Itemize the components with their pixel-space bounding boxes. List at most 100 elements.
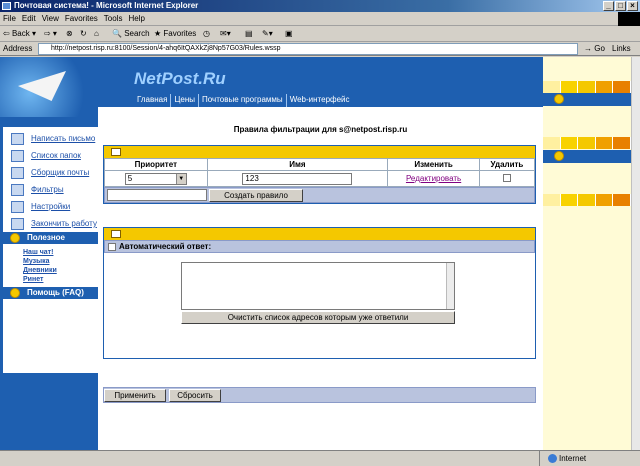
go-button[interactable]: → Go — [584, 43, 605, 55]
sidebar-item-label[interactable]: Написать письмо — [31, 134, 95, 143]
menu-view[interactable]: View — [39, 12, 62, 26]
site-nav: Главная Цены Почтовые программы Web-инте… — [134, 94, 353, 107]
form-actions-bar: Применить Сбросить — [103, 387, 536, 403]
address-label: Address — [3, 44, 33, 53]
print-icon[interactable]: ▤ — [245, 28, 253, 40]
go-label: Go — [594, 44, 605, 53]
back-label: Back — [11, 29, 30, 38]
refresh-icon[interactable]: ↻ — [80, 28, 87, 40]
history-icon[interactable]: ◷ — [203, 28, 210, 40]
collector-icon — [11, 167, 24, 179]
decor-blue-bar — [543, 150, 631, 163]
window-title: Почтовая система! - Microsoft Internet E… — [14, 1, 199, 10]
help-header[interactable]: Помощь (FAQ) — [3, 287, 98, 299]
menu-bar: File Edit View Favorites Tools Help — [0, 12, 640, 26]
useful-link-music[interactable]: Музыка — [3, 257, 57, 266]
home-icon[interactable]: ⌂ — [94, 28, 99, 40]
decor-row — [543, 81, 631, 93]
favorites-label: Favorites — [163, 29, 197, 38]
priority-value: 5 — [127, 173, 133, 183]
auto-reply-checkbox[interactable] — [108, 243, 116, 251]
decor-row — [543, 194, 631, 206]
useful-link-diaries[interactable]: Дневники — [3, 266, 57, 275]
nav-web-interface[interactable]: Web-интерфейс — [285, 94, 353, 107]
favorites-button[interactable]: ★ Favorites — [154, 28, 196, 40]
column-header: Удалить — [478, 158, 536, 171]
menu-favorites[interactable]: Favorites — [62, 12, 101, 26]
close-button[interactable]: × — [627, 1, 638, 11]
edit-icon[interactable]: ✎▾ — [262, 28, 273, 40]
auto-reply-textarea[interactable] — [181, 262, 455, 310]
mail-icon[interactable]: ✉▾ — [220, 28, 231, 40]
forward-button[interactable]: ⇨ ▾ — [44, 28, 57, 40]
useful-header-label: Полезное — [27, 233, 66, 242]
nav-mail-programs[interactable]: Почтовые программы — [198, 94, 286, 107]
nav-home[interactable]: Главная — [134, 94, 170, 107]
left-column: Написать письмо Список папок Сборщик поч… — [0, 57, 98, 450]
delete-checkbox[interactable] — [502, 173, 511, 182]
search-button[interactable]: 🔍 Search — [112, 28, 150, 40]
sidebar-item-label[interactable]: Фильтры — [31, 185, 64, 194]
sidebar-menu: Написать письмо Список папок Сборщик поч… — [3, 127, 98, 373]
sidebar-item-label[interactable]: Сборщик почты — [31, 168, 89, 177]
stop-icon[interactable]: ⊗ — [66, 28, 73, 40]
logout-icon — [11, 218, 24, 230]
sidebar-item-label[interactable]: Настройки — [31, 202, 70, 211]
bullet-icon — [10, 288, 20, 298]
create-rule-button[interactable]: Создать правило — [209, 189, 303, 202]
reset-button[interactable]: Сбросить — [169, 389, 221, 402]
bullet-icon — [554, 151, 564, 161]
priority-select[interactable]: 5 ▼ — [124, 172, 187, 185]
window-titlebar: Почтовая система! - Microsoft Internet E… — [0, 0, 640, 12]
menu-edit[interactable]: Edit — [19, 12, 39, 26]
site-logo[interactable]: NetPost.Ru — [134, 69, 226, 89]
sidebar-item-folders[interactable]: Список папок — [3, 148, 98, 165]
column-header: Имя — [206, 158, 389, 171]
sidebar-item-label[interactable]: Закончить работу — [31, 219, 97, 228]
textarea-scrollbar[interactable] — [446, 263, 454, 309]
edit-rule-link[interactable]: Редактировать — [406, 174, 461, 183]
new-rule-input[interactable] — [107, 189, 207, 201]
auto-reply-row: Автоматический ответ: — [104, 240, 535, 253]
column-header: Приоритет — [104, 158, 208, 171]
useful-link-chat[interactable]: Наш чат! — [3, 248, 57, 257]
maximize-button[interactable]: □ — [615, 1, 626, 11]
discuss-icon[interactable]: ▣ — [285, 28, 293, 40]
sidebar-item-collector[interactable]: Сборщик почты — [3, 165, 98, 182]
rules-table: Приоритет Имя Изменить Удалить 5 ▼ 123 Ре… — [104, 158, 536, 187]
back-button[interactable]: ⇦ Back ▾ — [3, 28, 36, 40]
page-viewport: Написать письмо Список папок Сборщик поч… — [0, 57, 631, 450]
sidebar-item-label[interactable]: Список папок — [31, 151, 81, 160]
compose-icon — [11, 133, 24, 145]
useful-link-rinet[interactable]: Ринет — [3, 275, 57, 284]
folders-icon — [11, 150, 24, 162]
auto-reply-panel: Автоматический ответ: Очистить список ад… — [103, 227, 536, 359]
links-button[interactable]: Links — [612, 42, 631, 56]
ie-icon — [2, 2, 11, 10]
bullet-icon — [10, 233, 20, 243]
right-decor-strip — [543, 57, 631, 450]
sidebar-item-logout[interactable]: Закончить работу — [3, 216, 98, 233]
vertical-scrollbar[interactable] — [631, 57, 640, 450]
chevron-down-icon: ▼ — [175, 173, 186, 184]
status-pane — [0, 451, 540, 466]
sidebar-item-compose[interactable]: Написать письмо — [3, 131, 98, 148]
useful-links: Наш чат! Музыка Дневники Ринет — [3, 248, 57, 284]
nav-prices[interactable]: Цены — [170, 94, 198, 107]
rule-name-input[interactable]: 123 — [242, 172, 353, 185]
sidebar-item-settings[interactable]: Настройки — [3, 199, 98, 216]
menu-file[interactable]: File — [0, 12, 19, 26]
panel-header — [104, 146, 535, 158]
menu-help[interactable]: Help — [125, 12, 147, 26]
clear-replied-button[interactable]: Очистить список адресов которым уже отве… — [181, 311, 455, 324]
settings-icon — [11, 201, 24, 213]
address-input[interactable]: http://netpost.risp.ru:8100/Session/4-ah… — [38, 43, 578, 55]
sidebar-item-filters[interactable]: Фильтры — [3, 182, 98, 199]
apply-button[interactable]: Применить — [104, 389, 166, 402]
menu-tools[interactable]: Tools — [101, 12, 126, 26]
create-rule-bar: Создать правило — [104, 187, 535, 203]
help-header-label: Помощь (FAQ) — [27, 288, 84, 297]
table-row: 5 ▼ 123 Редактировать — [104, 170, 536, 187]
site-header: NetPost.Ru Главная Цены Почтовые програм… — [98, 57, 543, 107]
minimize-button[interactable]: _ — [603, 1, 614, 11]
